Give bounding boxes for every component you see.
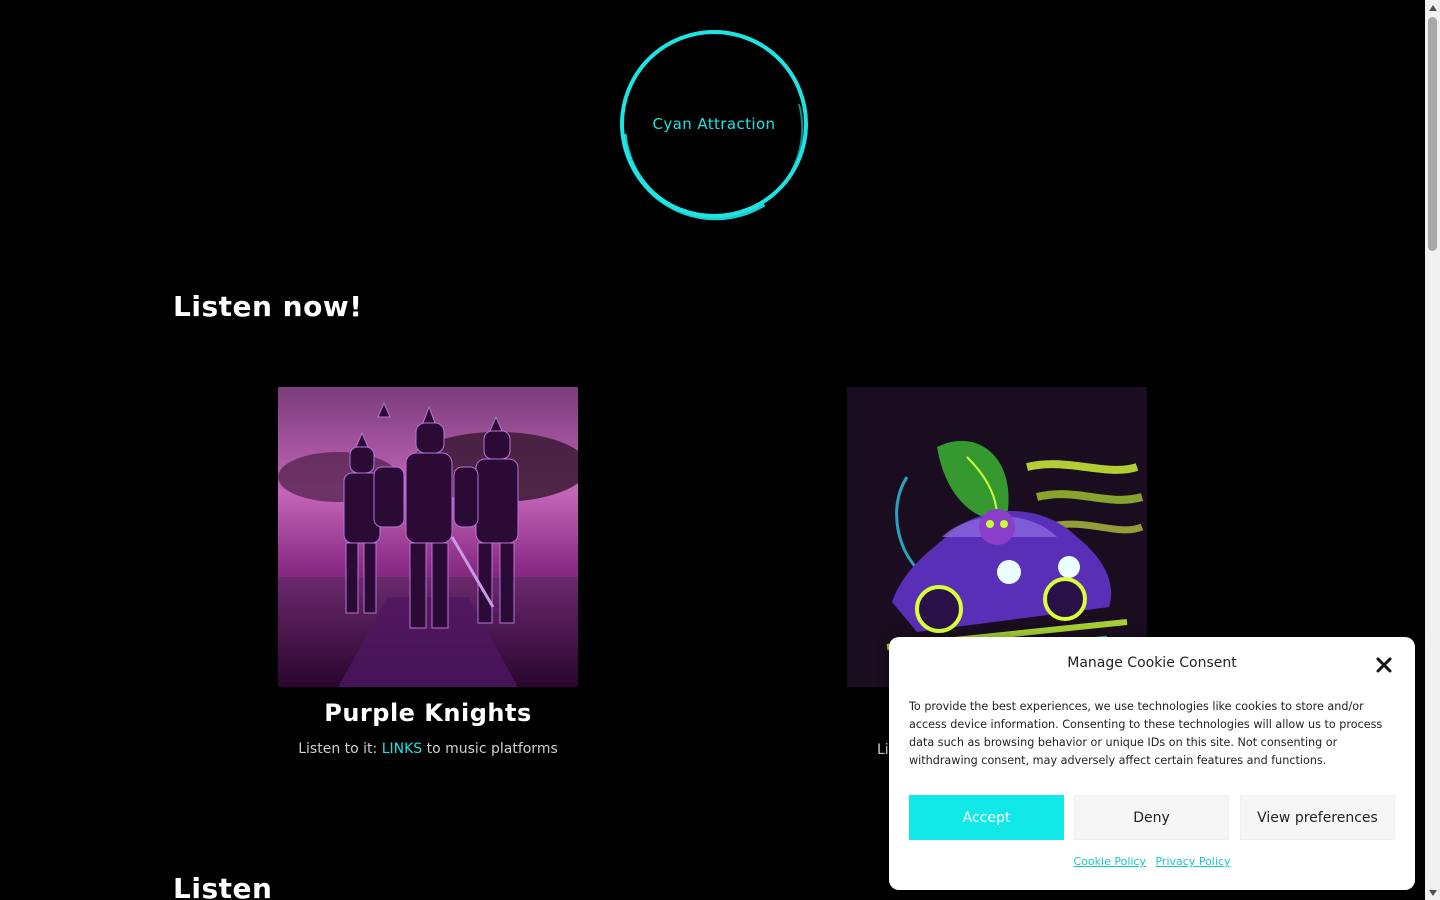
deny-button[interactable]: Deny (1074, 795, 1229, 840)
release-links-link[interactable]: LINKS (382, 741, 422, 757)
release-sub-suffix: to music platforms (426, 741, 558, 757)
cookie-consent-dialog: Manage Cookie Consent To provide the bes… (889, 637, 1415, 890)
release-sub-prefix: Listen to it: (298, 741, 378, 757)
cookie-policy-link[interactable]: Cookie Policy (1074, 855, 1146, 868)
scroll-thumb[interactable] (1428, 17, 1437, 251)
release-card: Purple Knights Listen to it: LINKS to mu… (278, 387, 578, 757)
brand-logo[interactable]: Cyan Attraction (614, 24, 814, 224)
page-scrollbar[interactable] (1425, 0, 1440, 900)
scroll-down-arrow-icon[interactable] (1425, 885, 1440, 900)
cookie-dialog-message: To provide the best experiences, we use … (909, 700, 1383, 767)
listen-now-heading: Listen now! (173, 290, 363, 323)
cookie-policy-links: Cookie Policy Privacy Policy (889, 855, 1415, 868)
scroll-up-arrow-icon[interactable] (1425, 0, 1440, 15)
release-subtitle: Listen to it: LINKS to music platforms (278, 741, 578, 757)
release-title: Purple Knights (324, 699, 532, 727)
listen-heading: Listen (173, 872, 273, 900)
privacy-policy-link[interactable]: Privacy Policy (1156, 855, 1231, 868)
accept-button[interactable]: Accept (909, 795, 1064, 840)
cookie-dialog-title: Manage Cookie Consent (1067, 655, 1237, 671)
release-subtitle-partial: Li (877, 742, 889, 758)
close-icon[interactable] (1375, 656, 1393, 674)
view-preferences-button[interactable]: View preferences (1240, 795, 1395, 840)
logo-text: Cyan Attraction (652, 115, 776, 133)
purple-knights-cover-image[interactable] (278, 387, 578, 687)
